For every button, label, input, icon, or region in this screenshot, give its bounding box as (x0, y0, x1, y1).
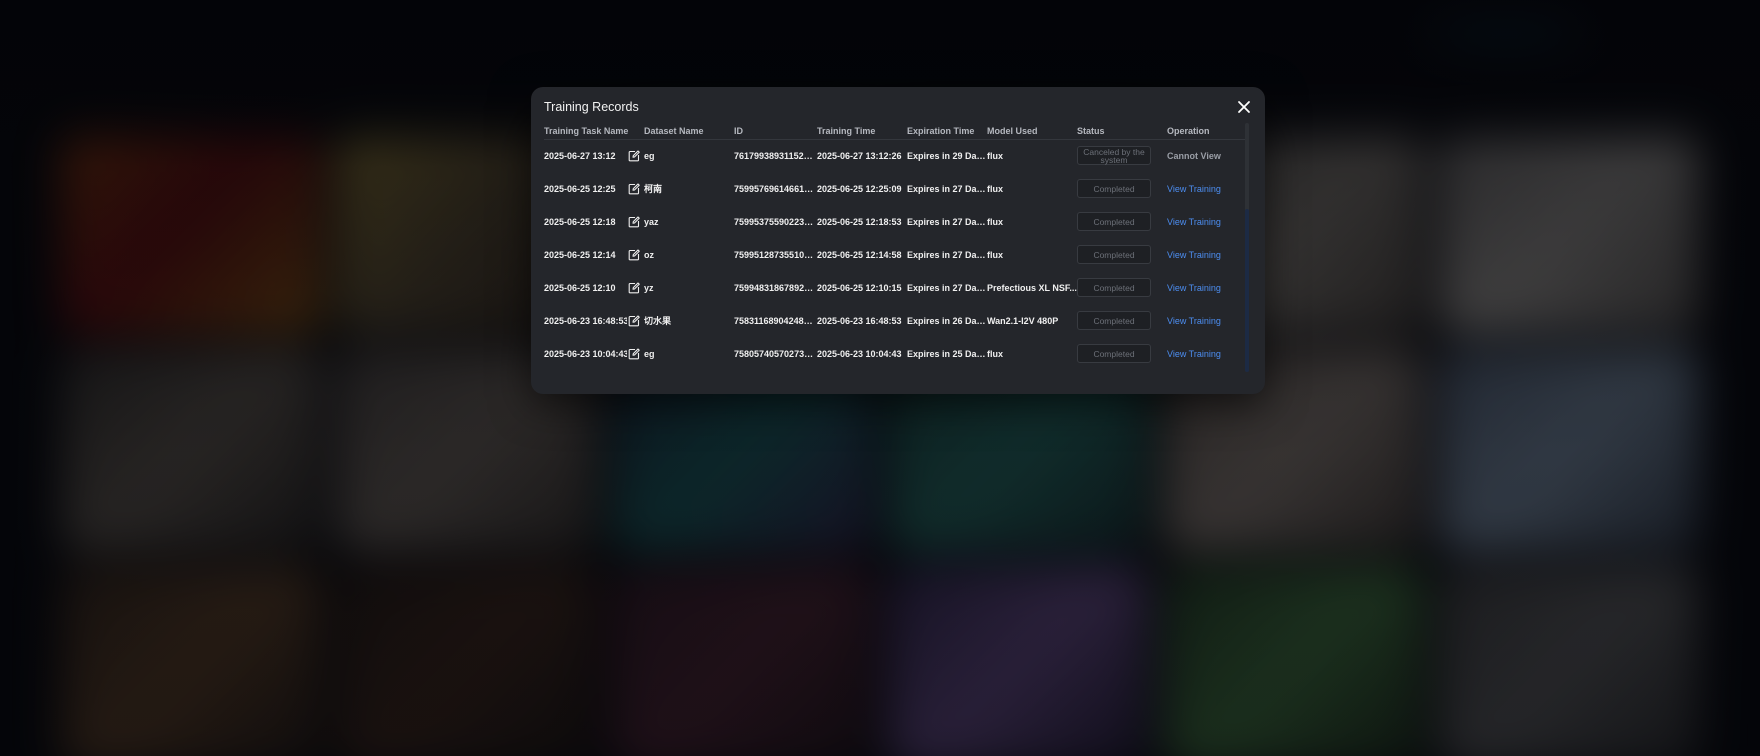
table-row: 2025-06-25 12:18 yaz 75995375590223877 2… (544, 205, 1246, 238)
task-name: 2025-06-25 12:25 (544, 183, 616, 194)
header-dataset-name: Dataset Name (644, 126, 704, 136)
dataset-name: eg (644, 348, 655, 359)
task-name: 2025-06-23 16:48:53 (544, 315, 627, 326)
training-time: 2025-06-25 12:10:15 (817, 282, 902, 293)
expiration-time: Expires in 27 Day(s) (907, 216, 987, 227)
table-row: 2025-06-25 12:10 yz 75994831867892741 20… (544, 271, 1246, 304)
training-records-table: Training Task Name Dataset Name ID Train… (544, 123, 1246, 383)
status-badge: Completed (1077, 278, 1151, 297)
edit-icon[interactable] (628, 347, 640, 360)
training-time: 2025-06-23 10:04:43 (817, 348, 902, 359)
model-used: flux (987, 183, 1004, 194)
view-training-link[interactable]: View Training (1167, 184, 1246, 194)
view-training-link[interactable]: View Training (1167, 349, 1246, 359)
task-name: 2025-06-23 10:04:43 (544, 348, 627, 359)
status-badge: Completed (1077, 311, 1151, 330)
table-scrollbar[interactable] (1245, 123, 1249, 372)
training-time: 2025-06-25 12:25:09 (817, 183, 902, 194)
status-badge: Completed (1077, 212, 1151, 231)
dataset-name: yaz (644, 216, 659, 227)
scrollbar-thumb[interactable] (1245, 209, 1249, 372)
task-name: 2025-06-25 12:14 (544, 249, 616, 260)
dataset-name: 切水果 (644, 316, 672, 326)
edit-icon[interactable] (628, 149, 640, 162)
table-header: Training Task Name Dataset Name ID Train… (544, 123, 1246, 140)
edit-icon[interactable] (628, 281, 640, 294)
model-used: Wan2.1-I2V 480P (987, 315, 1059, 326)
dataset-name: yz (644, 282, 654, 293)
status-badge: Canceled by the system (1077, 146, 1151, 165)
model-used: flux (987, 216, 1004, 227)
view-training-link[interactable]: View Training (1167, 316, 1246, 326)
record-id: 75995128735510533 (734, 249, 817, 260)
table-row: 2025-06-27 13:12 eg 7617993893115290​1 2… (544, 139, 1246, 172)
header-status: Status (1077, 126, 1105, 136)
status-badge: Completed (1077, 245, 1151, 264)
training-time: 2025-06-27 13:12:26 (817, 150, 902, 161)
dataset-name: oz (644, 249, 654, 260)
record-id: 7617993893115290​1 (734, 150, 817, 161)
header-expiration-time: Expiration Time (907, 126, 975, 136)
table-row: 2025-06-23 10:04:43 eg 75805740570273797… (544, 337, 1246, 370)
status-badge: Completed (1077, 179, 1151, 198)
status-badge: Completed (1077, 344, 1151, 363)
model-used: flux (987, 150, 1004, 161)
dataset-name: eg (644, 150, 655, 161)
table-row: 2025-06-23 16:48:53 切水果 7583116890424832… (544, 304, 1246, 337)
edit-icon[interactable] (628, 215, 640, 228)
task-name: 2025-06-25 12:18 (544, 216, 616, 227)
model-used: Prefectious XL NSF... (987, 282, 1077, 293)
expiration-time: Expires in 27 Day(s) (907, 183, 987, 194)
record-id: 75994831867892741 (734, 282, 817, 293)
view-training-link[interactable]: View Training (1167, 250, 1246, 260)
header-model-used: Model Used (987, 126, 1038, 136)
close-button[interactable] (1235, 98, 1253, 116)
training-records-modal: Training Records Training Task Name Data… (531, 87, 1265, 394)
model-used: flux (987, 348, 1004, 359)
expiration-time: Expires in 29 Day(s) (907, 150, 987, 161)
expiration-time: Expires in 27 Day(s) (907, 282, 987, 293)
record-id: 75995769614661637 (734, 183, 817, 194)
view-training-link[interactable]: View Training (1167, 283, 1246, 293)
operation-cannot-view: Cannot View (1167, 150, 1221, 161)
training-time: 2025-06-25 12:18:53 (817, 216, 902, 227)
expiration-time: Expires in 25 Day(s) (907, 348, 987, 359)
expiration-time: Expires in 27 Day(s) (907, 249, 987, 260)
edit-icon[interactable] (628, 182, 640, 195)
header-operation: Operation (1167, 126, 1210, 136)
record-id: 75831168904248325 (734, 315, 817, 326)
header-id: ID (734, 126, 743, 136)
modal-title: Training Records (544, 100, 639, 114)
expiration-time: Expires in 26 Day(s) (907, 315, 987, 326)
training-time: 2025-06-23 16:48:53 (817, 315, 902, 326)
edit-icon[interactable] (628, 248, 640, 261)
table-row: 2025-06-25 12:14 oz 75995128735510533 20… (544, 238, 1246, 271)
header-training-time: Training Time (817, 126, 876, 136)
task-name: 2025-06-27 13:12 (544, 150, 616, 161)
model-used: flux (987, 249, 1004, 260)
dataset-name: 柯南 (644, 184, 663, 194)
record-id: 75805740570273797 (734, 348, 817, 359)
close-icon (1238, 101, 1250, 113)
table-row: 2025-06-25 12:25 柯南 75995769614661637 20… (544, 172, 1246, 205)
task-name: 2025-06-25 12:10 (544, 282, 616, 293)
training-time: 2025-06-25 12:14:58 (817, 249, 902, 260)
edit-icon[interactable] (628, 314, 640, 327)
header-task-name: Training Task Name (544, 126, 629, 136)
record-id: 75995375590223877 (734, 216, 817, 227)
view-training-link[interactable]: View Training (1167, 217, 1246, 227)
